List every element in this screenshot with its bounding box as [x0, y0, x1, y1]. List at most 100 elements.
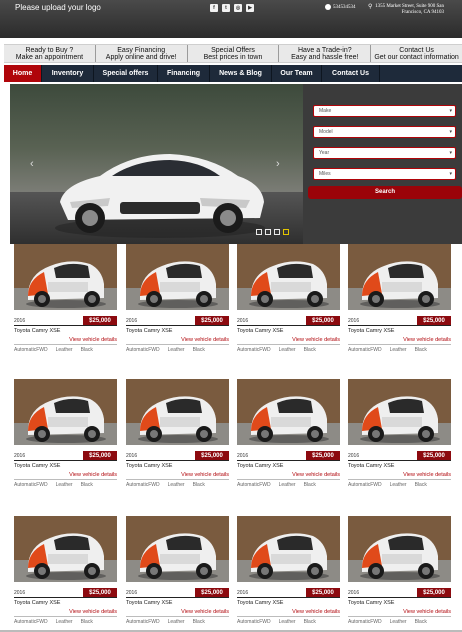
vehicle-name[interactable]: Toyota Camry XSE: [126, 463, 172, 469]
logo-text[interactable]: Please upload your logo: [15, 3, 101, 12]
promo-contact-us[interactable]: Contact Us Get our contact information: [371, 45, 462, 62]
nav-our-team[interactable]: Our Team: [272, 65, 322, 82]
promo-easy-financing[interactable]: Easy Financing Apply online and drive!: [96, 45, 188, 62]
vehicle-card[interactable]: $25,000 2016 Toyota Camry XSE View vehicle …: [237, 516, 340, 626]
vehicle-image[interactable]: [237, 379, 340, 445]
vehicle-card[interactable]: $25,000 2016 Toyota Camry XSE View vehicle …: [14, 516, 117, 626]
vehicle-name[interactable]: Toyota Camry XSE: [348, 600, 394, 606]
vehicle-name[interactable]: Toyota Camry XSE: [348, 463, 394, 469]
vehicle-card[interactable]: $25,000 2016 Toyota Camry XSE View vehicle …: [126, 379, 229, 489]
divider: [126, 325, 229, 326]
vehicle-name[interactable]: Toyota Camry XSE: [126, 600, 172, 606]
promo-trade-in[interactable]: Have a Trade-in? Easy and hassle free!: [279, 45, 372, 62]
slider-next-arrow[interactable]: ›: [276, 158, 280, 170]
page: Please upload your logo f t ◎ ▶ 53453453…: [0, 0, 462, 632]
nav-financing[interactable]: Financing: [158, 65, 210, 82]
vehicle-image[interactable]: [348, 379, 451, 445]
vehicle-image[interactable]: [14, 244, 117, 310]
vehicle-card[interactable]: $25,000 2016 Toyota Camry XSE View vehicle …: [237, 244, 340, 354]
promo-subtitle: Make an appointment: [15, 54, 84, 61]
vehicle-card[interactable]: $25,000 2016 Toyota Camry XSE View vehicle …: [348, 379, 451, 489]
nav-contact-us[interactable]: Contact Us: [322, 65, 380, 82]
nav-inventory[interactable]: Inventory: [42, 65, 94, 82]
view-details-link[interactable]: View vehicle details: [69, 337, 117, 343]
youtube-icon[interactable]: ▶: [246, 4, 254, 12]
vehicle-card[interactable]: $25,000 2016 Toyota Camry XSE View vehicle …: [348, 244, 451, 354]
vehicle-name[interactable]: Toyota Camry XSE: [348, 328, 394, 334]
vehicle-image[interactable]: [126, 379, 229, 445]
nav-special-offers[interactable]: Special offers: [94, 65, 158, 82]
slider-prev-arrow[interactable]: ‹: [30, 158, 34, 170]
nav-home[interactable]: Home: [4, 65, 42, 82]
divider: [348, 616, 451, 617]
twitter-icon[interactable]: t: [222, 4, 230, 12]
vehicle-card[interactable]: $25,000 2016 Toyota Camry XSE View vehicle …: [126, 516, 229, 626]
slider-dot[interactable]: [265, 229, 271, 235]
divider: [237, 325, 340, 326]
hero-slider: ‹ ›: [10, 84, 303, 244]
spec-interior: Leather: [55, 619, 73, 625]
address-text: 1355 Market Street, Suite 900 San Franci…: [375, 4, 444, 15]
vehicle-image[interactable]: [348, 244, 451, 310]
facebook-icon[interactable]: f: [210, 4, 218, 12]
spec-color: Black: [414, 619, 427, 625]
view-details-link[interactable]: View vehicle details: [403, 337, 451, 343]
spec-interior: Leather: [278, 619, 296, 625]
view-details-link[interactable]: View vehicle details: [69, 609, 117, 615]
slider-dot[interactable]: [274, 229, 280, 235]
view-details-link[interactable]: View vehicle details: [292, 337, 340, 343]
view-details-link[interactable]: View vehicle details: [181, 337, 229, 343]
chevron-down-icon: ▾: [449, 129, 452, 135]
vehicle-name[interactable]: Toyota Camry XSE: [14, 600, 60, 606]
view-details-link[interactable]: View vehicle details: [181, 472, 229, 478]
divider: [237, 460, 340, 461]
vehicle-card[interactable]: $25,000 2016 Toyota Camry XSE View vehicle …: [14, 244, 117, 354]
model-select[interactable]: Model ▾: [313, 126, 456, 138]
select-label: Year: [319, 150, 330, 156]
vehicle-image[interactable]: [126, 244, 229, 310]
vehicle-name[interactable]: Toyota Camry XSE: [237, 463, 283, 469]
view-details-link[interactable]: View vehicle details: [403, 472, 451, 478]
vehicle-image[interactable]: [14, 379, 117, 445]
spec-transmission: AutomaticFWD: [14, 482, 48, 488]
promo-special-offers[interactable]: Special Offers Best prices in town: [188, 45, 280, 62]
spec-transmission: AutomaticFWD: [14, 619, 48, 625]
slider-dot[interactable]: [256, 229, 262, 235]
miles-select[interactable]: Miles ▾: [313, 168, 456, 180]
instagram-icon[interactable]: ◎: [234, 4, 242, 12]
vehicle-card[interactable]: $25,000 2016 Toyota Camry XSE View vehicle …: [348, 516, 451, 626]
view-details-link[interactable]: View vehicle details: [292, 472, 340, 478]
vehicle-card[interactable]: $25,000 2016 Toyota Camry XSE View vehicle …: [237, 379, 340, 489]
spec-interior: Leather: [167, 619, 185, 625]
search-button[interactable]: Search: [308, 186, 462, 199]
nav-news-blog[interactable]: News & Blog: [210, 65, 272, 82]
spec-color: Black: [303, 482, 316, 488]
vehicle-image[interactable]: [237, 244, 340, 310]
vehicle-specs: AutomaticFWD Leather Black: [237, 619, 316, 625]
year-select[interactable]: Year ▾: [313, 147, 456, 159]
promo-title: Have a Trade-in?: [297, 47, 352, 54]
view-details-link[interactable]: View vehicle details: [69, 472, 117, 478]
spec-interior: Leather: [389, 619, 407, 625]
promo-subtitle: Best prices in town: [203, 54, 263, 61]
view-details-link[interactable]: View vehicle details: [403, 609, 451, 615]
vehicle-name[interactable]: Toyota Camry XSE: [237, 328, 283, 334]
view-details-link[interactable]: View vehicle details: [181, 609, 229, 615]
vehicle-image[interactable]: [126, 516, 229, 582]
divider: [237, 597, 340, 598]
view-details-link[interactable]: View vehicle details: [292, 609, 340, 615]
vehicle-card[interactable]: $25,000 2016 Toyota Camry XSE View vehicle …: [126, 244, 229, 354]
slider-dot-active[interactable]: [283, 229, 289, 235]
promo-ready-to-buy[interactable]: Ready to Buy ? Make an appointment: [4, 45, 96, 62]
vehicle-name[interactable]: Toyota Camry XSE: [14, 463, 60, 469]
vehicle-name[interactable]: Toyota Camry XSE: [237, 600, 283, 606]
vehicle-image[interactable]: [14, 516, 117, 582]
vehicle-image[interactable]: [237, 516, 340, 582]
divider: [348, 597, 451, 598]
vehicle-name[interactable]: Toyota Camry XSE: [126, 328, 172, 334]
vehicle-card[interactable]: $25,000 2016 Toyota Camry XSE View vehicle …: [14, 379, 117, 489]
vehicle-image[interactable]: [348, 516, 451, 582]
phone-contact[interactable]: 534534534: [325, 4, 356, 10]
make-select[interactable]: Make ▾: [313, 105, 456, 117]
vehicle-name[interactable]: Toyota Camry XSE: [14, 328, 60, 334]
